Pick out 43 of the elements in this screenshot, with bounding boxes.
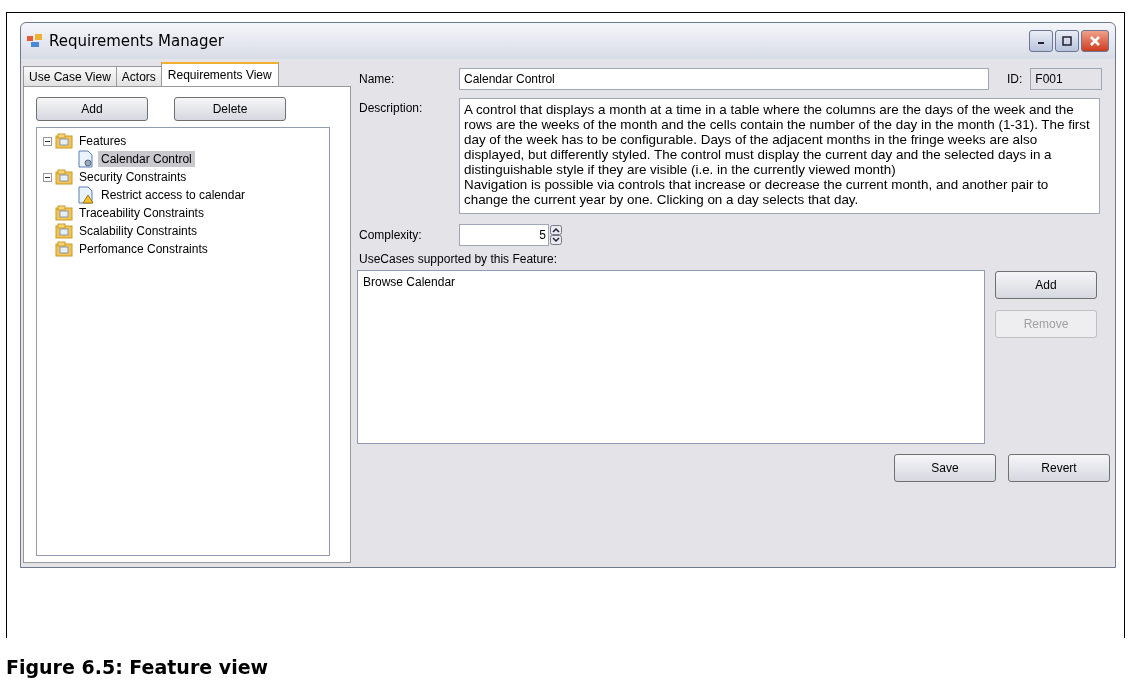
folder-icon	[55, 241, 73, 257]
tab[interactable]: Requirements View	[160, 62, 279, 86]
description-field[interactable]: A control that displays a month at a time in a table where the columns are the days of the week and the rows are the weeks of the month and the cells contain the number of the day in the month (1-31). The first day of the week has to be configurable. Days of the adjacent months in the fringe weeks are also displayed, but differently styled. The control must display the current day and the selected days in a distinguishable style if they are visible (i.e. in the currently viewed month) Navigation is possible via controls that increase or decrease the current month, and another pair to change the current year by one. Clicking on a day selects that day.	[459, 98, 1100, 214]
list-item[interactable]: Browse Calendar	[363, 274, 979, 290]
field-label: ID:	[1007, 72, 1023, 86]
tree-item[interactable]: Perfomance Constraints	[76, 241, 211, 257]
add-button[interactable]: Add	[995, 271, 1097, 299]
id-field[interactable]: F001	[1030, 68, 1103, 90]
field-label: Description:	[359, 101, 424, 115]
delete-button[interactable]: Delete	[174, 97, 286, 121]
document-warning-icon	[77, 186, 95, 204]
field-label: Name:	[359, 72, 396, 86]
tree-item[interactable]: Restrict access to calendar	[98, 187, 249, 203]
collapse-icon[interactable]	[43, 172, 52, 182]
tab[interactable]: Actors	[115, 66, 162, 86]
field-label: Complexity:	[359, 228, 423, 242]
folder-icon	[55, 223, 73, 239]
add-button[interactable]: Add	[36, 97, 148, 121]
revert-button[interactable]: Revert	[1008, 454, 1110, 482]
app-icon	[27, 34, 43, 48]
tree-item[interactable]: Security Constraints	[76, 169, 190, 185]
section-label: UseCases supported by this Feature:	[359, 252, 559, 266]
maximize-button[interactable]	[1055, 30, 1079, 52]
tab[interactable]: Use Case View	[23, 66, 117, 86]
minimize-button[interactable]	[1029, 30, 1053, 52]
save-button[interactable]: Save	[894, 454, 996, 482]
tree-item[interactable]: Features	[76, 133, 130, 149]
complexity-field[interactable]: 5	[459, 224, 549, 246]
folder-icon	[55, 133, 73, 149]
document-gear-icon	[77, 150, 95, 168]
figure-caption: Figure 6.5: Feature view	[6, 656, 270, 678]
tree-item[interactable]: Calendar Control	[98, 151, 195, 167]
collapse-icon[interactable]	[43, 136, 52, 146]
spinner-icon[interactable]	[550, 225, 562, 245]
folder-icon	[55, 169, 73, 185]
maximize-icon	[1062, 36, 1072, 46]
folder-icon	[55, 205, 73, 221]
window-title: Requirements Manager	[49, 32, 225, 50]
tree-item[interactable]: Scalability Constraints	[76, 223, 201, 239]
tree-item[interactable]: Traceability Constraints	[76, 205, 207, 221]
close-icon	[1089, 35, 1101, 47]
close-button[interactable]	[1081, 30, 1109, 52]
name-field[interactable]: Calendar Control	[459, 68, 989, 90]
